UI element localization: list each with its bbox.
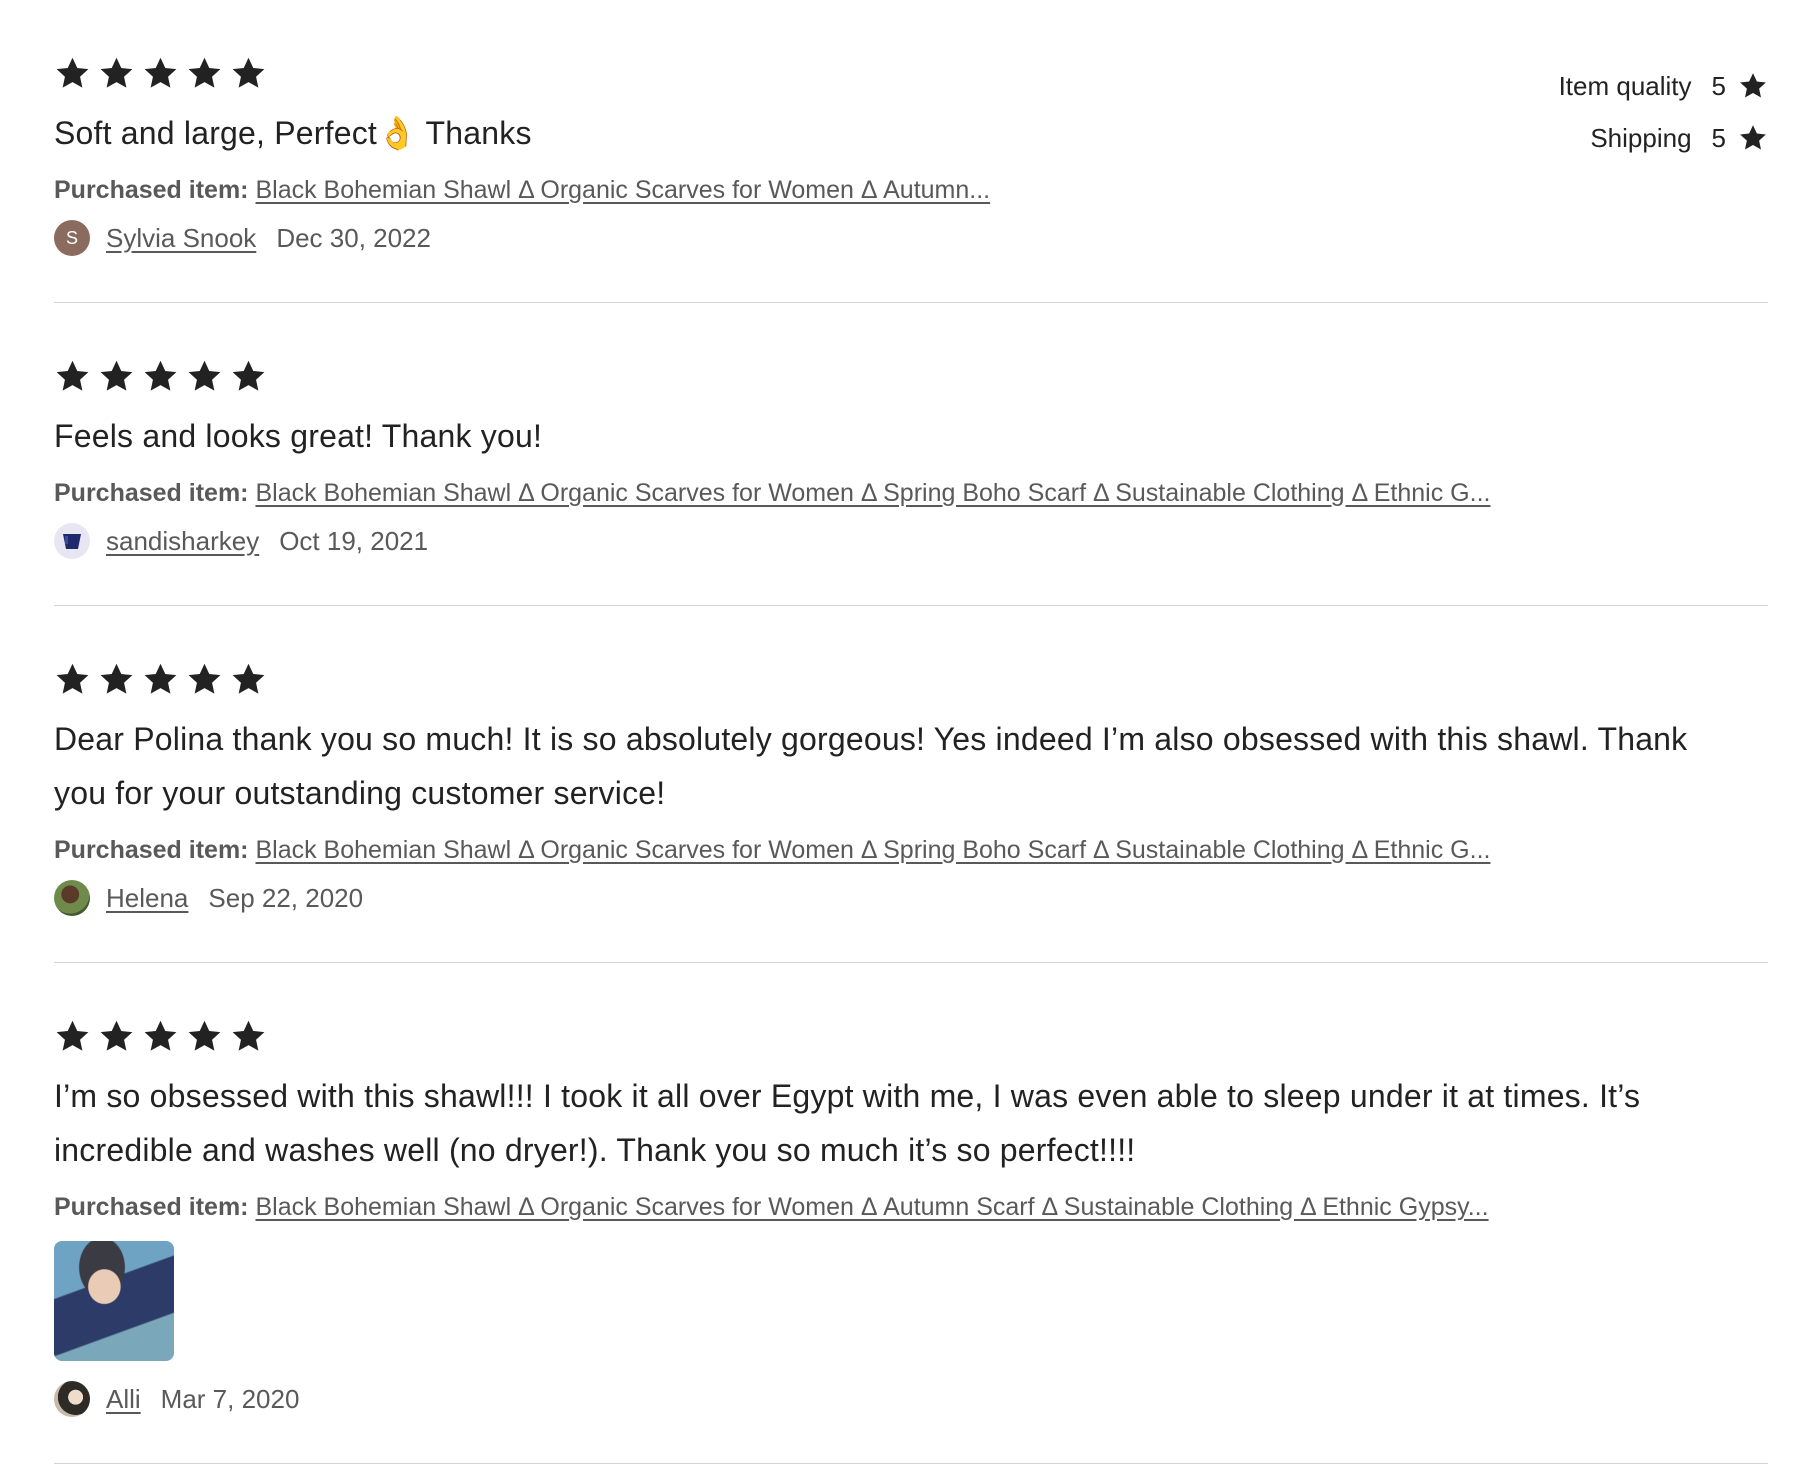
review-text: Soft and large, Perfect👌 Thanks [54,115,532,151]
review-text: Feels and looks great! Thank you! [54,418,543,454]
reviewer-name[interactable]: sandisharkey [106,526,259,557]
star-icon [230,55,267,92]
review-card: Item quality 5 Shipping 5 Soft and large… [54,52,1768,303]
star-icon [54,661,91,698]
sub-rating-value: 5 [1711,122,1726,153]
star-icon [142,661,179,698]
review-meta: sandisharkey Oct 19, 2021 [54,517,1768,565]
purchased-item-link[interactable]: Black Bohemian Shawl Δ Organic Scarves f… [255,1193,1488,1221]
star-icon [142,1018,179,1055]
review-text: Dear Polina thank you so much! It is so … [54,721,1688,811]
purchased-item-label: Purchased item: [54,176,249,204]
purchased-item-label: Purchased item: [54,479,249,507]
star-icon [230,1018,267,1055]
star-icon [142,55,179,92]
star-rating [54,355,1768,397]
star-icon [1740,73,1766,98]
purchased-item-link[interactable]: Black Bohemian Shawl Δ Organic Scarves f… [255,176,990,204]
review-card: Feels and looks great! Thank you! Purcha… [54,303,1768,606]
review-date: Dec 30, 2022 [276,222,431,253]
avatar[interactable] [54,523,90,559]
star-rating [54,1015,1768,1057]
star-icon [98,358,135,395]
review-text: I’m so obsessed with this shawl!!! I too… [54,1078,1641,1168]
reviews-list: Item quality 5 Shipping 5 Soft and large… [54,0,1768,1464]
sub-rating-label: Shipping [1590,122,1692,153]
review-card: Dear Polina thank you so much! It is so … [54,606,1768,963]
star-icon [54,1018,91,1055]
star-icon [54,55,91,92]
review-card: I’m so obsessed with this shawl!!! I too… [54,963,1768,1464]
sub-ratings: Item quality 5 Shipping 5 [1559,60,1768,164]
purchased-item-label: Purchased item: [54,836,249,864]
star-rating [54,52,1768,94]
review-meta: Helena Sep 22, 2020 [54,874,1768,922]
star-rating [54,658,1768,700]
reviewer-name[interactable]: Sylvia Snook [106,223,256,254]
star-icon [186,661,223,698]
review-date: Oct 19, 2021 [279,525,429,556]
star-icon [186,358,223,395]
purchased-item: Purchased item: Black Bohemian Shawl Δ O… [54,1187,1674,1227]
purchased-item: Purchased item: Black Bohemian Shawl Δ O… [54,170,1674,210]
purchased-item-link[interactable]: Black Bohemian Shawl Δ Organic Scarves f… [255,479,1490,507]
purchased-item-label: Purchased item: [54,1193,249,1221]
star-icon [230,661,267,698]
avatar[interactable] [54,1381,90,1417]
sub-rating-item-quality: Item quality 5 [1559,60,1768,112]
review-meta: Alli Mar 7, 2020 [54,1375,1768,1423]
avatar[interactable]: S [54,220,90,256]
star-icon [186,55,223,92]
cup-icon [63,534,81,549]
star-icon [1740,125,1766,150]
star-icon [186,1018,223,1055]
purchased-item-link[interactable]: Black Bohemian Shawl Δ Organic Scarves f… [255,836,1490,864]
review-meta: S Sylvia Snook Dec 30, 2022 [54,214,1768,262]
star-icon [54,358,91,395]
sub-rating-label: Item quality [1558,70,1692,101]
star-icon [98,1018,135,1055]
star-icon [142,358,179,395]
review-date: Sep 22, 2020 [208,882,364,913]
avatar[interactable] [54,880,90,916]
sub-rating-shipping: Shipping 5 [1559,112,1768,164]
purchased-item: Purchased item: Black Bohemian Shawl Δ O… [54,830,1674,870]
reviewer-name[interactable]: Helena [106,883,188,914]
review-photo[interactable] [54,1241,174,1361]
sub-rating-value: 5 [1711,70,1726,101]
star-icon [98,55,135,92]
purchased-item: Purchased item: Black Bohemian Shawl Δ O… [54,473,1674,513]
star-icon [230,358,267,395]
star-icon [98,661,135,698]
reviewer-name[interactable]: Alli [106,1384,141,1415]
review-date: Mar 7, 2020 [160,1383,300,1414]
